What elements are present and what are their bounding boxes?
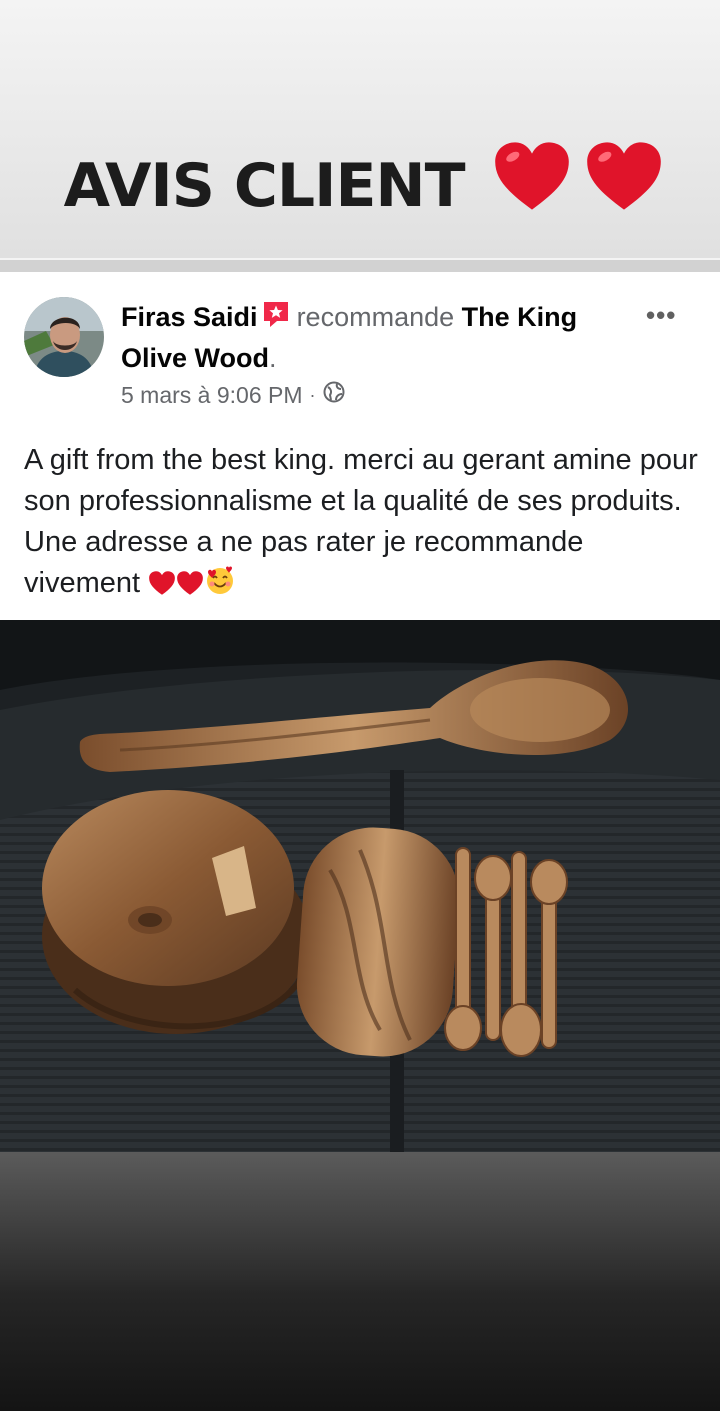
- avatar[interactable]: [24, 297, 104, 377]
- more-options-button[interactable]: •••: [646, 300, 686, 330]
- red-heart-icon: [495, 142, 570, 210]
- post-header: Firas Saidi recommande The King Olive Woo…: [121, 298, 601, 377]
- story-background: [0, 1152, 720, 1411]
- timestamp[interactable]: 5 mars à 9:06 PM: [121, 382, 303, 409]
- post-photo[interactable]: [0, 620, 720, 1152]
- smiling-face-with-hearts-icon: [204, 564, 236, 608]
- meta-separator: ·: [309, 384, 316, 405]
- recommend-badge-icon: [261, 299, 291, 339]
- red-heart-icon: [148, 567, 176, 608]
- post-text: A gift from the best king. merci au gera…: [24, 440, 704, 608]
- title-hearts: [492, 138, 662, 229]
- recommend-verb: recommande: [296, 302, 455, 332]
- recommendation-post: Firas Saidi recommande The King Olive Woo…: [0, 272, 720, 620]
- red-heart-icon: [587, 142, 662, 210]
- post-text-content: A gift from the best king. merci au gera…: [24, 444, 698, 599]
- author-name[interactable]: Firas Saidi: [121, 302, 258, 332]
- story-header: AVIS CLIENT: [0, 0, 720, 258]
- post-meta: 5 mars à 9:06 PM ·: [121, 381, 345, 409]
- page-suffix: .: [269, 343, 277, 373]
- globe-icon: [323, 381, 345, 409]
- story-title: AVIS CLIENT: [0, 138, 720, 229]
- story-title-text: AVIS CLIENT: [63, 151, 466, 221]
- red-heart-icon: [176, 567, 204, 608]
